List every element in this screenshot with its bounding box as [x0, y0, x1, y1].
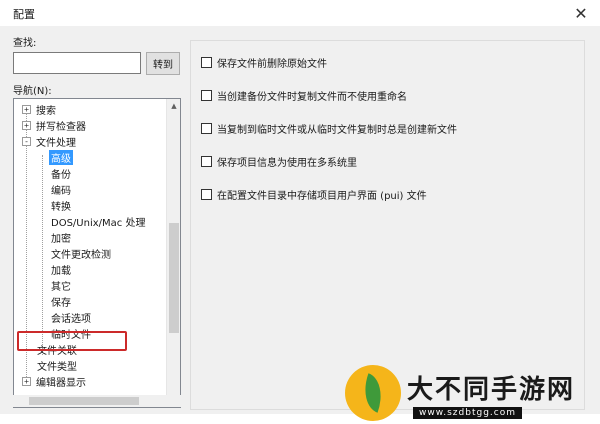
- watermark-logo-icon: [345, 365, 401, 421]
- tree-item-file-handling[interactable]: - 文件处理: [22, 133, 78, 149]
- expand-icon[interactable]: +: [22, 120, 31, 130]
- nav-label: 导航(N):: [13, 86, 52, 97]
- option-label: 保存项目信息为使用在多系统里: [217, 158, 357, 169]
- tree-horizontal-scrollbar[interactable]: [13, 395, 181, 407]
- expand-icon[interactable]: +: [22, 376, 31, 386]
- tree-vertical-scrollbar[interactable]: ▲ ▼: [166, 99, 180, 407]
- tree-item-dos-unix-mac[interactable]: DOS/Unix/Mac 处理: [49, 213, 147, 229]
- scroll-up-icon[interactable]: ▲: [167, 99, 180, 113]
- tree-item-label: 编码: [51, 185, 71, 197]
- tree-item-misc[interactable]: 其它: [49, 277, 73, 293]
- tree-item-advanced[interactable]: 高级: [49, 149, 73, 165]
- tree-item-label: 转换: [51, 201, 71, 213]
- tree-item-label: 其它: [51, 281, 71, 293]
- option-label: 保存文件前删除原始文件: [217, 59, 327, 70]
- checkbox[interactable]: [201, 189, 212, 200]
- tree-item-search[interactable]: + 搜索: [22, 101, 58, 117]
- window-title: 配置: [13, 8, 35, 21]
- tree-item-label: 编辑器显示: [36, 377, 86, 389]
- checkbox[interactable]: [201, 156, 212, 167]
- tree-item-label: 会话选项: [51, 313, 91, 325]
- tree-item-label: 文件处理: [36, 137, 76, 149]
- highlight-annotation: [17, 331, 127, 351]
- tree-item-conversion[interactable]: 转换: [49, 197, 73, 213]
- tree-item-encryption[interactable]: 加密: [49, 229, 73, 245]
- tree-item-label: 加密: [51, 233, 71, 245]
- tree-item-change-detection[interactable]: 文件更改检测: [49, 245, 113, 261]
- option-label: 当创建备份文件时复制文件而不使用重命名: [217, 92, 407, 103]
- tree-item-label: 搜索: [36, 105, 56, 117]
- watermark-url: www.szdbtgg.com: [413, 407, 522, 419]
- tree-item-label: 保存: [51, 297, 71, 309]
- option-label: 当复制到临时文件或从临时文件复制时总是创建新文件: [217, 125, 457, 136]
- tree-item-file-types[interactable]: 文件类型: [35, 357, 79, 373]
- expand-icon[interactable]: +: [22, 104, 31, 114]
- tree-item-spellcheck[interactable]: + 拼写检查器: [22, 117, 88, 133]
- option-store-pui[interactable]: 在配置文件目录中存储项目用户界面 (pui) 文件: [201, 187, 427, 202]
- option-delete-before-save[interactable]: 保存文件前删除原始文件: [201, 55, 327, 70]
- tree-item-label: 文件更改检测: [51, 249, 111, 261]
- option-label: 在配置文件目录中存储项目用户界面 (pui) 文件: [217, 191, 427, 202]
- checkbox[interactable]: [201, 123, 212, 134]
- tree-line: [42, 155, 43, 355]
- option-copy-on-backup[interactable]: 当创建备份文件时复制文件而不使用重命名: [201, 88, 407, 103]
- tree-item-label: 拼写检查器: [36, 121, 86, 133]
- tree-item-backup[interactable]: 备份: [49, 165, 73, 181]
- tree-item-label: DOS/Unix/Mac 处理: [51, 217, 146, 229]
- search-label: 查找:: [13, 38, 37, 49]
- tree-item-label: 加载: [51, 265, 71, 277]
- scroll-thumb[interactable]: [29, 397, 139, 405]
- tree-item-encoding[interactable]: 编码: [49, 181, 73, 197]
- option-multisystem-project[interactable]: 保存项目信息为使用在多系统里: [201, 154, 357, 169]
- tree-item-save[interactable]: 保存: [49, 293, 73, 309]
- collapse-icon[interactable]: -: [22, 136, 31, 146]
- nav-tree[interactable]: + 搜索 + 拼写检查器 - 文件处理 高级 备份 编码 转换 DOS/Unix…: [13, 98, 181, 408]
- tree-item-label: 文件类型: [37, 361, 77, 373]
- search-input[interactable]: [13, 52, 141, 74]
- tree-item-loading[interactable]: 加载: [49, 261, 73, 277]
- goto-button[interactable]: 转到: [146, 52, 180, 75]
- options-panel: 保存文件前删除原始文件 当创建备份文件时复制文件而不使用重命名 当复制到临时文件…: [190, 40, 585, 410]
- tree-item-editor-display[interactable]: + 编辑器显示: [22, 373, 88, 389]
- tree-item-session-options[interactable]: 会话选项: [49, 309, 93, 325]
- tree-item-label: 高级: [49, 149, 73, 165]
- watermark: 大不同手游网 www.szdbtgg.com: [345, 365, 595, 424]
- close-icon[interactable]: ✕: [570, 2, 592, 24]
- watermark-text: 大不同手游网: [407, 375, 576, 405]
- scroll-thumb[interactable]: [169, 223, 179, 333]
- checkbox[interactable]: [201, 90, 212, 101]
- checkbox[interactable]: [201, 57, 212, 68]
- tree-item-label: 备份: [51, 169, 71, 181]
- option-always-new-temp[interactable]: 当复制到临时文件或从临时文件复制时总是创建新文件: [201, 121, 457, 136]
- dialog-body: 查找: 转到 导航(N): + 搜索 + 拼写检查器 - 文件处理 高级 备份 …: [0, 26, 600, 414]
- title-bar: 配置 ✕: [0, 0, 600, 26]
